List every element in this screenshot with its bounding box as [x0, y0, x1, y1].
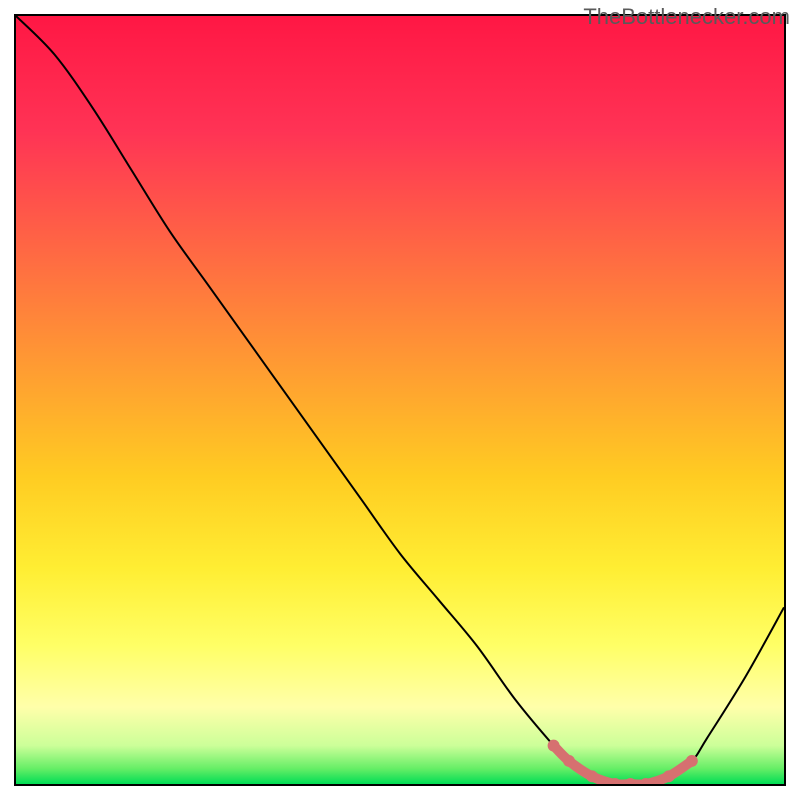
- bottleneck-curve: [16, 16, 784, 784]
- watermark-text: TheBottlenecker.com: [583, 4, 790, 30]
- chart-area: [14, 14, 786, 786]
